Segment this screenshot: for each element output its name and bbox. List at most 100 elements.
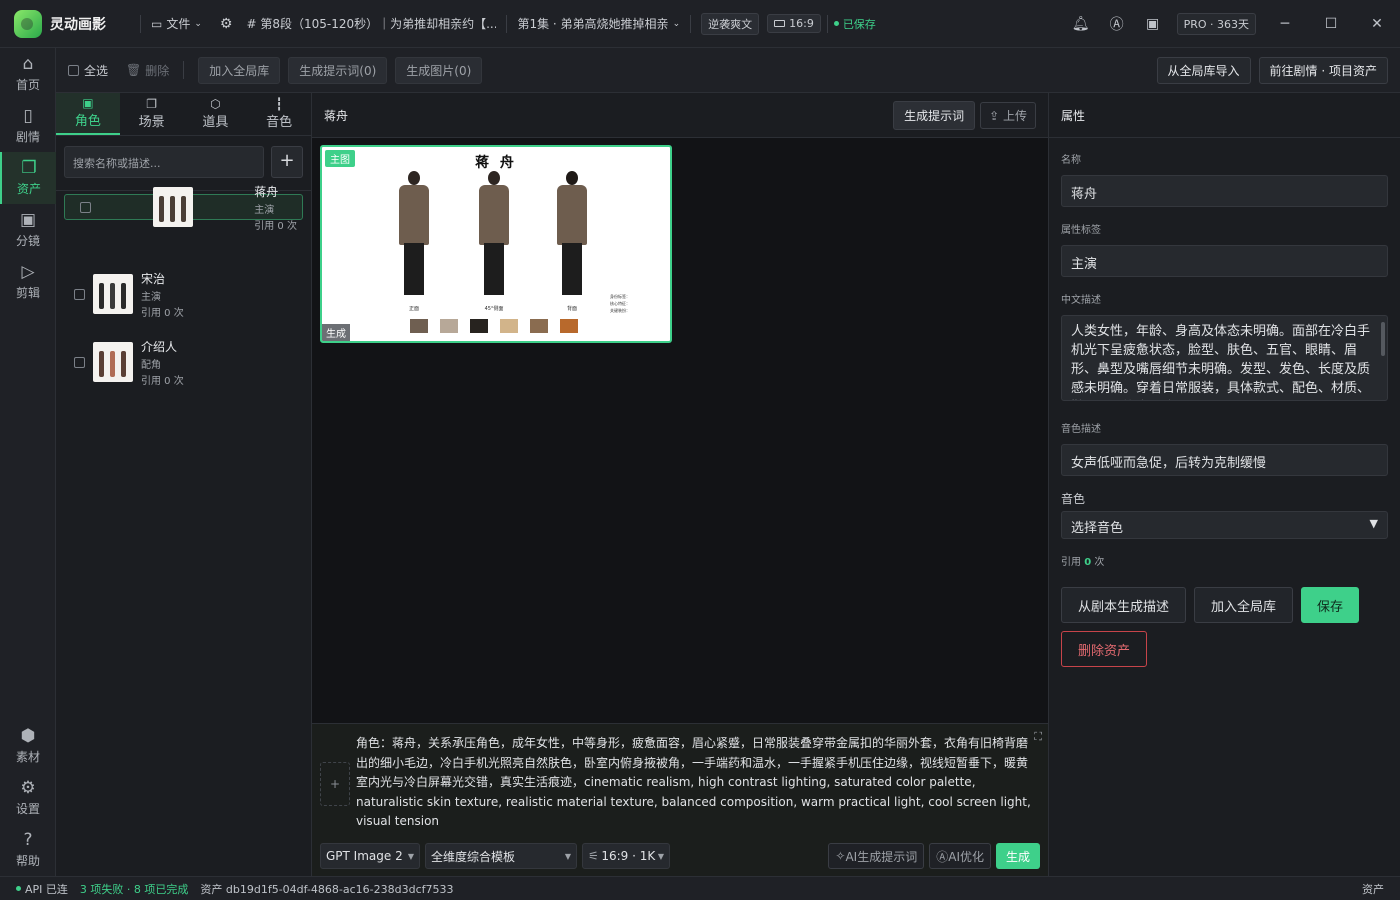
episode-selector[interactable]: 第1集 · 弟弟高烧她推掉相亲 ⌄	[517, 15, 680, 32]
aspect-ratio-button[interactable]: 16:9	[767, 14, 821, 33]
file-menu[interactable]: ▭ 文件 ⌄	[151, 15, 202, 32]
template-value: 全维度综合模板	[431, 849, 516, 864]
scrollbar[interactable]	[1381, 322, 1385, 356]
tab-scenes[interactable]: ❐ 场景	[120, 93, 184, 135]
ratio-label: 16:9	[789, 17, 814, 30]
sidebar-item-story[interactable]: ▯ 剧情	[0, 100, 56, 152]
model-select[interactable]: GPT Image 2 ▼	[320, 843, 420, 869]
status-bar: API 已连 3 项失败 · 8 项已完成 资产 db19d1f5-04df-4…	[0, 876, 1400, 900]
sidebar-item-help[interactable]: ? 帮助	[0, 824, 56, 876]
gear-icon: ⚙	[219, 15, 233, 32]
sidebar-item-edit[interactable]: ▷ 剪辑	[0, 256, 56, 308]
save-status-label: 已保存	[842, 17, 876, 31]
add-global-button[interactable]: 加入全局库	[198, 56, 281, 84]
sheet-title: 蒋 舟	[475, 155, 517, 171]
size-select[interactable]: ⚟ 16:9 · 1K ▼	[582, 843, 670, 869]
voice-select[interactable]: 选择音色 ▼	[1061, 511, 1388, 539]
item-checkbox[interactable]	[74, 288, 85, 300]
tasks-icon[interactable]: ▣	[1135, 16, 1171, 32]
ai-icon[interactable]: Ⓐ	[1099, 14, 1135, 34]
plan-badge[interactable]: PRO · 363天	[1176, 13, 1256, 35]
app-name: 灵动画影	[50, 16, 106, 33]
trash-icon: 🗑︎	[126, 63, 142, 77]
app-logo	[14, 9, 42, 38]
add-to-global-button[interactable]: 加入全局库	[1194, 587, 1293, 623]
ai-generate-prompt-label: AI生成提示词	[845, 849, 918, 864]
tab-voices[interactable]: ┇ 音色	[247, 93, 311, 135]
sparkle-icon: ✧	[835, 849, 846, 863]
sidebar-item-label: 素材	[15, 750, 40, 764]
character-sheet-image[interactable]: 蒋 舟 正面 45°侧面 背面 身份标签： 核心特征： 关键装扮： 主图 生成	[320, 145, 672, 343]
select-all-checkbox[interactable]: 全选	[68, 62, 108, 79]
maximize-icon[interactable]: ☐	[1308, 16, 1354, 32]
color-swatch	[440, 319, 458, 333]
sidebar-item-label: 剧情	[15, 130, 40, 144]
expand-icon[interactable]: ⛶	[1034, 730, 1042, 744]
delete-asset-button[interactable]: 删除资产	[1061, 631, 1147, 667]
generated-badge: 生成	[322, 324, 350, 341]
add-reference-button[interactable]: +	[320, 762, 350, 806]
sidebar-item-label: 资产	[16, 182, 41, 196]
delete-button[interactable]: 🗑︎ 删除	[126, 62, 169, 79]
ratio-icon	[774, 20, 786, 27]
upload-button[interactable]: ⇪ 上传	[980, 101, 1036, 129]
cube-icon: ⬡	[210, 97, 221, 111]
ai-generate-prompt-button[interactable]: ✧ AI生成提示词	[828, 843, 925, 869]
list-item[interactable]: 介绍人 配角 引用 0 次	[64, 330, 303, 394]
tab-characters[interactable]: ▣ 角色	[56, 93, 120, 135]
divider	[690, 14, 692, 33]
chevron-down-icon: ▼	[657, 851, 664, 861]
status-right: 资产	[1362, 882, 1384, 896]
character-thumbnail	[93, 342, 133, 382]
sliders-icon: ⚟	[588, 849, 599, 863]
sidebar-item-settings[interactable]: ⚙ 设置	[0, 772, 56, 824]
generate-images-button[interactable]: 生成图片(0)	[395, 56, 483, 84]
sidebar-item-assets[interactable]: ❐ 资产	[0, 152, 56, 204]
save-button[interactable]: 保存	[1301, 587, 1359, 623]
template-select[interactable]: 全维度综合模板 ▼	[425, 843, 577, 869]
generate-from-script-button[interactable]: 从剧本生成描述	[1061, 587, 1186, 623]
save-status: 已保存	[833, 16, 876, 32]
help-icon: ?	[23, 830, 33, 850]
item-checkbox[interactable]	[80, 201, 91, 213]
import-global-button[interactable]: 从全局库导入	[1156, 56, 1251, 84]
prompt-textarea[interactable]: 角色：蒋舟，关系承压角色，成年女性，中等身形，疲惫面容，眉心紧蹙，日常服装叠穿带…	[356, 734, 1038, 832]
add-asset-button[interactable]: +	[271, 146, 303, 178]
chevron-down-icon: ▼	[564, 851, 571, 861]
sidebar-item-home[interactable]: ⌂ 首页	[0, 48, 56, 100]
search-input[interactable]: 搜索名称或描述...	[64, 146, 265, 178]
description-textarea[interactable]: 人类女性，年龄、身高及体态未明确。面部在冷白手机光下呈疲惫状态，脸型、肤色、五官…	[1061, 315, 1388, 401]
genre-tag[interactable]: 逆袭爽文	[701, 12, 760, 35]
sidebar-item-materials[interactable]: ⬢ 素材	[0, 720, 56, 772]
sidebar: ⌂ 首页 ▯ 剧情 ❐ 资产 ▣ 分镜 ▷ 剪辑 ⬢ 素材 ⚙ 设置 ? 帮助	[0, 48, 56, 876]
segment-title[interactable]: # 第8段（105-120秒）｜为弟推却相亲约【...	[246, 15, 496, 32]
item-usage: 引用 0 次	[254, 220, 297, 232]
generate-button[interactable]: 生成	[995, 843, 1040, 869]
generate-prompts-button[interactable]: 生成提示词(0)	[288, 56, 388, 84]
ai-optimize-button[interactable]: Ⓐ AI优化	[929, 843, 991, 869]
item-checkbox[interactable]	[74, 356, 85, 368]
asset-toolbar: 全选 🗑︎ 删除 加入全局库 生成提示词(0) 生成图片(0) 从全局库导入 前往…	[56, 48, 1400, 93]
checkbox[interactable]	[68, 64, 79, 76]
voice-description-field[interactable]: 女声低哑而急促，后转为克制缓慢	[1061, 444, 1388, 476]
chevron-down-icon: ⌄	[194, 18, 202, 29]
asset-list-panel: ▣ 角色 ❐ 场景 ⬡ 道具 ┇ 音色 搜索名称或描述... + 蒋舟 主演 引用 0 次 …	[56, 93, 312, 876]
goto-project-assets-button[interactable]: 前往剧情 · 项目资产	[1258, 56, 1388, 84]
usage-count: 引用 0 次	[1061, 557, 1105, 568]
tab-props[interactable]: ⬡ 道具	[184, 93, 248, 135]
minimize-icon[interactable]: ─	[1262, 16, 1308, 32]
job-status[interactable]: 3 项失败 · 8 项已完成	[80, 881, 188, 897]
tag-field[interactable]: 主演	[1061, 245, 1388, 277]
asset-id: 资产 db19d1f5-04df-4868-ac16-238d3dcf7533	[200, 882, 454, 896]
scene-icon: ❐	[146, 97, 157, 111]
properties-panel: 属性 名称 蒋舟 属性标签 主演 中文描述 人类女性，年龄、身高及体态未明确。面…	[1048, 93, 1400, 876]
bell-icon[interactable]: 🔔︎	[1063, 16, 1099, 32]
storyboard-icon: ▣	[19, 210, 37, 230]
list-item[interactable]: 宋治 主演 引用 0 次	[64, 262, 303, 326]
sidebar-item-storyboard[interactable]: ▣ 分镜	[0, 204, 56, 256]
generate-prompt-button[interactable]: 生成提示词	[893, 100, 976, 130]
name-field[interactable]: 蒋舟	[1061, 175, 1388, 207]
settings-button[interactable]: ⚙	[220, 16, 233, 32]
list-item[interactable]: 蒋舟 主演 引用 0 次	[64, 185, 303, 232]
close-icon[interactable]: ✕	[1354, 16, 1400, 32]
